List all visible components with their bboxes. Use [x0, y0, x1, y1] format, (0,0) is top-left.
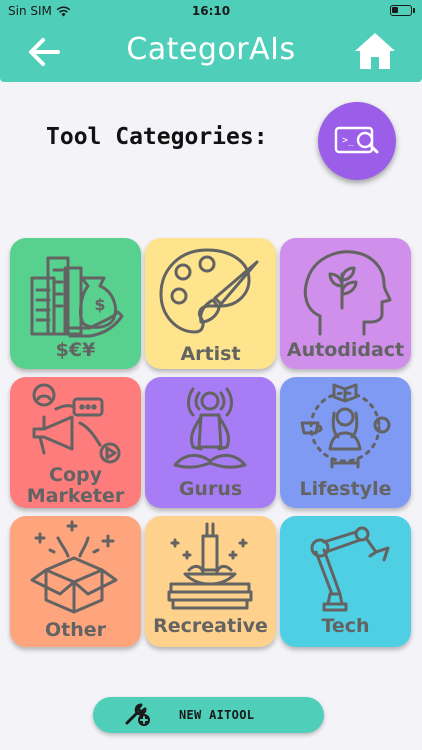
terminal-search-icon: >_ — [334, 126, 379, 154]
home-icon[interactable] — [352, 30, 398, 72]
category-label: Artist — [180, 343, 241, 365]
category-recreative[interactable]: Recreative — [145, 516, 276, 647]
wrench-plus-icon — [125, 703, 150, 726]
category-label: Lifestyle — [299, 478, 392, 500]
nav-bar: CategorAIs — [0, 22, 422, 82]
category-label: Recreative — [153, 615, 268, 637]
section-heading: Tool Categories: — [46, 124, 268, 150]
category-label: Autodidact — [286, 339, 405, 361]
battery-tip — [413, 8, 415, 13]
new-aitool-button[interactable]: NEW AITOOL — [93, 697, 324, 733]
category-label: Gurus — [178, 478, 243, 500]
category-label: $€¥ — [55, 339, 96, 361]
category-label: Other — [44, 619, 107, 641]
category-tech[interactable]: Tech — [280, 516, 411, 647]
search-tools-button[interactable]: >_ — [318, 102, 396, 180]
category-gurus[interactable]: Gurus — [145, 377, 276, 508]
category-label: Copy Marketer — [26, 464, 125, 507]
status-bar: Sin SIM 16:10 — [0, 0, 422, 22]
category-money[interactable]: $ $€¥ — [10, 238, 141, 369]
category-lifestyle[interactable]: Lifestyle — [280, 377, 411, 508]
battery-icon — [390, 5, 412, 16]
category-copy-marketer[interactable]: Copy Marketer — [10, 377, 141, 508]
svg-text:>_: >_ — [342, 135, 355, 146]
category-autodidact[interactable]: Autodidact — [280, 238, 411, 369]
new-aitool-label: NEW AITOOL — [179, 708, 255, 722]
category-other[interactable]: Other — [10, 516, 141, 647]
category-artist[interactable]: Artist — [145, 238, 276, 369]
category-label: Tech — [321, 615, 370, 637]
svg-text:$: $ — [94, 295, 105, 314]
clock: 16:10 — [191, 4, 231, 18]
